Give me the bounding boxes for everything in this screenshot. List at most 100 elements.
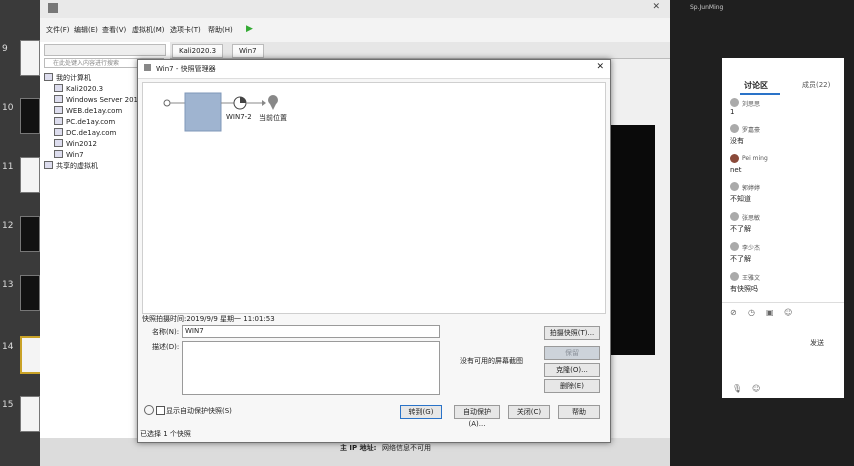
vm-icon [54,128,63,136]
clone-button[interactable]: 克隆(O)... [544,363,600,377]
library-header [44,44,166,56]
menu-tabs[interactable]: 选项卡(T) [170,25,201,35]
tree-item-vm[interactable]: DC.de1ay.com [54,128,116,137]
vm-icon [54,106,63,114]
tree-item-vm[interactable]: WEB.de1ay.com [54,106,122,115]
slide-thumbnail[interactable] [20,396,40,432]
slide-thumbnail[interactable] [20,275,40,311]
menu-help[interactable]: 帮助(H) [208,25,233,35]
tree-item-shared[interactable]: 共享的虚拟机 [44,161,98,171]
status-text: 已选择 1 个快照 [140,430,191,438]
menu-view[interactable]: 查看(V) [102,25,126,35]
ip-value: 网络信息不可用 [382,444,431,452]
selected-snapshot-highlight[interactable] [184,92,222,132]
snapshot-tree-graphic [163,92,278,132]
vm-icon [54,150,63,158]
show-autoprotect-label[interactable]: 显示自动保护快照(S) [166,406,232,416]
snapshot-time: 快照拍摄时间:2019/9/9 星期一 11:01:53 [142,315,275,323]
close-icon[interactable]: ✕ [596,62,604,72]
avatar [730,124,739,133]
tree-item-vm[interactable]: Win2012 [54,139,97,148]
name-label: 名称(N): [152,328,180,336]
shared-icon [44,161,53,169]
tree-item-vm[interactable]: Win7 [54,150,84,159]
vm-icon [54,84,63,92]
close-icon[interactable]: ✕ [652,2,660,12]
snapshot-name-field[interactable]: WIN7 [182,325,440,338]
play-icon[interactable]: ▶ [246,24,253,34]
show-autoprotect-checkbox[interactable] [156,406,165,415]
tab-kali[interactable]: Kali2020.3 [172,44,224,58]
tree-item-my-computer[interactable]: 我的计算机 [44,73,91,83]
link-icon[interactable]: ⊘ [730,308,737,317]
computer-icon [44,73,53,81]
chat-header[interactable]: 讨论区 [744,80,768,91]
slide-number: 10 [2,103,14,113]
snapshot-label[interactable]: WIN7-2 [226,113,252,121]
vm-icon [54,95,63,103]
chat-message: net [730,166,742,174]
take-snapshot-button[interactable]: 拍摄快照(T)... [544,326,600,340]
chat-message: 不知道 [730,195,751,203]
tree-item-vm[interactable]: Windows Server 201 [54,95,138,104]
description-label: 描述(D): [152,343,180,351]
slide-number: 11 [2,162,14,172]
slide-thumbnail-selected[interactable] [20,336,42,374]
menu-file[interactable]: 文件(F) [46,25,70,35]
chat-message: 有快照吗 [730,285,758,293]
tab-bar: Kali2020.3 Win7 [170,42,670,59]
autoprotect-button[interactable]: 自动保护(A)... [454,405,500,428]
tree-item-vm[interactable]: PC.de1ay.com [54,117,115,126]
smile-icon[interactable]: ☺ [784,308,792,317]
chat-message: 不了解 [730,225,751,233]
clock-icon[interactable]: ◷ [748,308,755,317]
slide-number: 15 [2,400,14,410]
members-tab[interactable]: 成员(22) [802,80,830,90]
mic-icon[interactable]: 🎙 [732,384,742,393]
slide-number: 9 [2,44,8,54]
slide-number: 14 [2,342,14,352]
ip-label: 主 IP 地址: [340,444,377,452]
send-button[interactable]: 发送 [810,338,824,348]
chat-panel: 讨论区 成员(22) 刘思思 1 罗嘉豪 没有 Pei ming net 郭婷婷… [722,58,844,398]
chat-sender: 罗嘉豪 [742,127,761,134]
chat-sender: 张思敏 [742,215,761,222]
chat-message: 1 [730,108,735,116]
root-node[interactable] [163,99,171,107]
tab-win7[interactable]: Win7 [232,44,264,58]
delete-button[interactable]: 删除(E) [544,379,600,393]
slide-number: 12 [2,221,14,231]
chat-sender: 王雅文 [742,275,761,282]
chat-sender: 李少杰 [742,245,761,252]
avatar [730,212,739,221]
image-icon[interactable]: ▣ [766,308,774,317]
menu-edit[interactable]: 编辑(E) [74,25,98,35]
slide-number: 13 [2,280,14,290]
vm-icon [54,139,63,147]
title-bar: ✕ [40,0,670,19]
right-title: Sp.JunMing [690,4,724,11]
avatar [730,242,739,251]
slide-thumbnail[interactable] [20,216,40,252]
avatar [730,154,739,163]
current-position-label: 当前位置 [259,114,287,122]
slide-strip: 9 10 11 12 13 14 15 [0,0,42,466]
slide-thumbnail[interactable] [20,98,40,134]
help-button[interactable]: 帮助 [558,405,600,419]
dialog-title-bar: Win7 - 快照管理器 ✕ [138,60,610,79]
keep-button[interactable]: 保留 [544,346,600,360]
snapshot-name-value: WIN7 [185,327,204,335]
menu-vm[interactable]: 虚拟机(M) [132,25,165,35]
tree-item-vm[interactable]: Kali2020.3 [54,84,103,93]
dialog-title: Win7 - 快照管理器 [156,65,216,73]
snapshot-description-field[interactable] [182,341,440,395]
chat-sender: 郭婷婷 [742,185,761,192]
emoji-icon[interactable]: ☺ [752,384,760,393]
menu-bar: 文件(F) 编辑(E) 查看(V) 虚拟机(M) 选项卡(T) 帮助(H) ▶ [40,18,670,43]
help-icon [144,405,154,415]
slide-thumbnail[interactable] [20,157,40,193]
goto-button[interactable]: 转到(G) [400,405,442,419]
close-button[interactable]: 关闭(C) [508,405,550,419]
slide-thumbnail[interactable] [20,40,40,76]
chat-sender: Pei ming [742,155,768,162]
